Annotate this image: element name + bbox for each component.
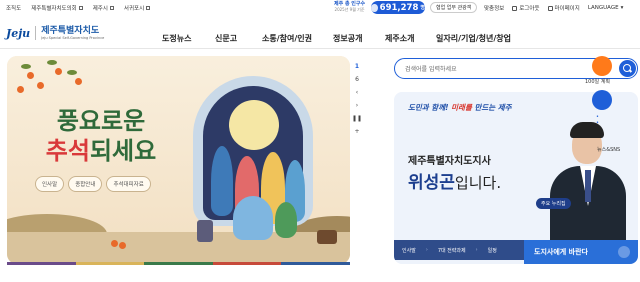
tie	[585, 170, 591, 202]
nav-divider	[0, 48, 640, 49]
ask-governor-label: 도지사에게 바란다	[534, 248, 588, 256]
next-arrow-icon[interactable]: ›	[351, 99, 363, 112]
pause-icon[interactable]: ❚❚	[351, 112, 363, 125]
nav-item-news[interactable]: 도정뉴스	[162, 33, 191, 44]
external-link-icon	[78, 6, 83, 10]
population-counter[interactable]: 691,278 명	[371, 1, 425, 14]
hero-title-line2: 추석되세요	[45, 137, 157, 165]
external-link-icon	[146, 6, 151, 10]
population-date: 2025년 9월 기준	[334, 7, 365, 12]
stats-icon[interactable]	[592, 56, 612, 76]
table-illustration	[317, 230, 337, 244]
link-mypage[interactable]: 마이페이지	[547, 4, 580, 12]
persimmon-decoration	[27, 72, 34, 79]
hero-pill-guide[interactable]: 종합안내	[68, 176, 103, 192]
logo-text: 제주특별자치도	[41, 26, 100, 36]
governor-name: 위성곤입니다.	[408, 173, 502, 193]
logo-subtext: Jeju Special Self-Governing Province	[41, 36, 105, 40]
population-unit: 명	[420, 5, 425, 11]
governor-slogan: 도민과 함께! 미래를 만드는 제주	[408, 103, 512, 112]
hero-pill-materials[interactable]: 추석대피자료	[106, 176, 151, 192]
arrow-up-right-icon	[618, 246, 630, 258]
link-jeju-city[interactable]: 제주시	[93, 4, 114, 12]
hero-pager: 1 6 ‹ › ❚❚ +	[351, 60, 363, 138]
governor-role: 제주특별자치도지사	[408, 156, 491, 167]
hero-banner[interactable]: 풍요로운 추석되세요 인사말 종합안내 추석대피자료	[7, 56, 350, 264]
governor-link-strategy[interactable]: 7대 전략과제	[438, 247, 466, 254]
person-icon	[371, 3, 378, 12]
hero-bottom-strip	[7, 262, 350, 265]
gift-box-illustration	[197, 220, 213, 242]
alert-button[interactable]: 협업 업무 관광객	[430, 2, 478, 13]
governor-links: 인사말 › 7대 전략과제 › 일정	[394, 240, 524, 260]
prev-arrow-icon[interactable]: ‹	[351, 86, 363, 99]
hero-ground	[7, 232, 350, 264]
external-link-icon	[109, 6, 114, 10]
quick-label-plan: 100일 계획	[585, 79, 610, 85]
quick-label-sns[interactable]: 뉴스&SNS	[597, 146, 620, 153]
quick-dots: • •	[596, 114, 599, 126]
leaf-decoration	[67, 70, 77, 75]
search-button[interactable]	[619, 60, 636, 77]
logo-mark: Jeju	[6, 26, 31, 40]
persimmon-decoration	[119, 242, 126, 249]
utility-bar: 조직도 제주특별자치도의회 제주시 서귀포시 제주 총 인구수 2025년 9월…	[0, 0, 640, 17]
child-illustration	[275, 202, 297, 238]
gear-icon[interactable]	[592, 90, 612, 110]
population-value: 691,278	[379, 2, 419, 13]
population-label: 제주 총 인구수 2025년 9월 기준	[334, 1, 365, 13]
governor-link-schedule[interactable]: 일정	[488, 247, 497, 254]
hero-pill-group: 인사말 종합안내 추석대피자료	[35, 176, 151, 192]
child-illustration	[233, 196, 273, 240]
hero-title-line1: 풍요로운	[56, 107, 146, 135]
ask-governor-button[interactable]: 도지사에게 바란다	[524, 240, 638, 264]
major-sites-button[interactable]: 주요 누리집	[536, 198, 571, 209]
site-logo[interactable]: Jeju 제주특별자치도 Jeju Special Self-Governing…	[6, 26, 104, 40]
logout-icon	[512, 5, 518, 11]
nav-item-info-open[interactable]: 정보공개	[333, 33, 362, 44]
leaf-decoration	[47, 60, 57, 65]
link-custom-info[interactable]: 맞춤정보	[484, 4, 504, 12]
plus-icon[interactable]: +	[351, 125, 363, 138]
nav-item-about[interactable]: 제주소개	[385, 33, 414, 44]
persimmon-decoration	[111, 240, 118, 247]
link-council[interactable]: 제주특별자치도의회	[31, 4, 83, 12]
nav-item-participation[interactable]: 소통/참여/인권	[262, 33, 312, 44]
pager-current: 1	[354, 63, 360, 70]
leaf-decoration	[21, 64, 31, 69]
persimmon-decoration	[37, 82, 44, 89]
persimmon-decoration	[55, 68, 62, 75]
hero-title: 풍요로운 추석되세요	[41, 106, 161, 166]
utility-left-links: 조직도 제주특별자치도의회 제주시 서귀포시	[6, 4, 151, 12]
persimmon-decoration	[75, 78, 82, 85]
language-select[interactable]: LANGUAGE ▾	[588, 4, 624, 12]
logo-divider	[35, 26, 37, 40]
person-illustration	[211, 146, 233, 216]
nav-item-sinmungo[interactable]: 신문고	[215, 33, 237, 44]
hero-pill-greeting[interactable]: 인사말	[35, 176, 65, 192]
user-icon	[547, 5, 553, 11]
utility-right-links: 맞춤정보 로그아웃 마이페이지 LANGUAGE ▾	[484, 4, 623, 12]
link-org-chart[interactable]: 조직도	[6, 4, 21, 12]
governor-link-greeting[interactable]: 인사말	[402, 247, 416, 254]
search-input[interactable]: 검색어를 입력하세요	[405, 64, 457, 73]
governor-card[interactable]: 도민과 함께! 미래를 만드는 제주 제주특별자치도지사 위성곤입니다. 주요 …	[394, 92, 638, 264]
persimmon-decoration	[17, 86, 24, 93]
chevron-down-icon: ▾	[620, 5, 624, 11]
nav-item-jobs[interactable]: 일자리/기업/청년/창업	[436, 33, 511, 44]
pager-total: 6	[355, 76, 359, 83]
link-seogwipo[interactable]: 서귀포시	[124, 4, 151, 12]
link-logout[interactable]: 로그아웃	[512, 4, 540, 12]
moon-illustration	[229, 100, 279, 150]
